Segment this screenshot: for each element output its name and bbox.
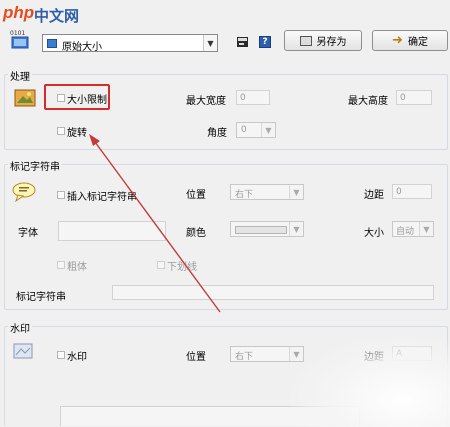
blurred-region [290,337,450,427]
